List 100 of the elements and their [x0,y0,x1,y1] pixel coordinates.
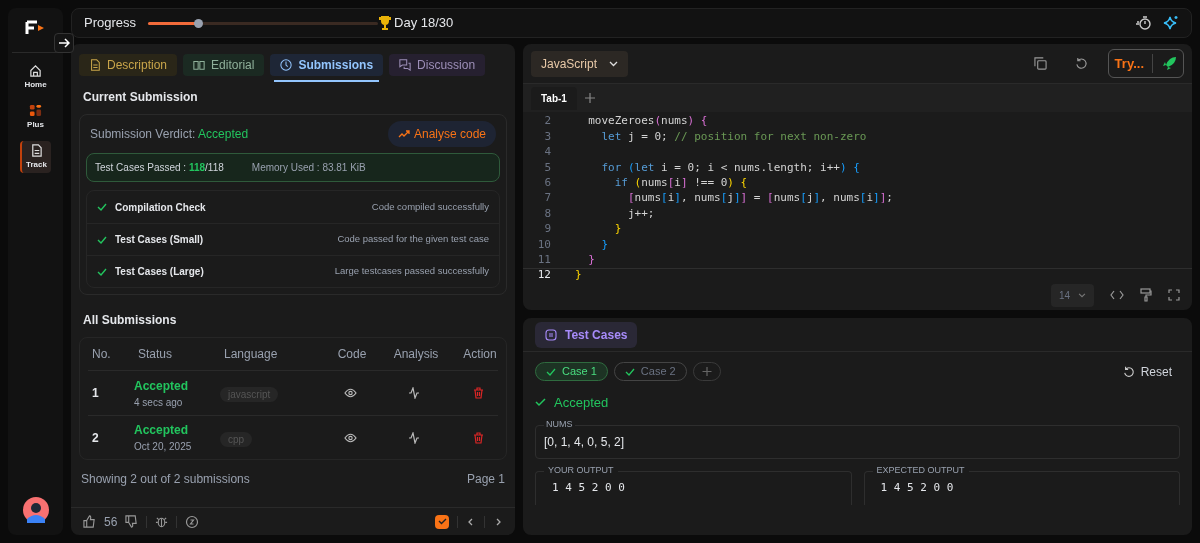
check-icon [546,367,556,376]
line-number: 8 [543,205,552,222]
code-line: moveZeroes(nums) { [587,113,708,130]
list-icon [545,328,557,341]
day-counter: Day 18/30 [394,14,454,33]
check-icon [535,398,546,408]
timer-icon[interactable] [1135,15,1151,31]
showing-count: Showing 2 out of 2 submissions [81,471,250,488]
editor-tab[interactable]: Tab-1 [531,86,577,110]
line-number: 5 [543,159,552,176]
time-text: Oct 20, 2025 [134,440,193,454]
chevron-down-icon [609,60,619,67]
code-brackets-icon[interactable] [1110,289,1124,301]
column-header: No. [91,346,112,363]
trend-icon [397,129,410,139]
coin-icon[interactable] [185,514,200,529]
fullscreen-icon[interactable] [1168,289,1180,301]
page-number: Page 1 [466,471,505,488]
input-value: [0, 1, 4, 0, 5, 2] [544,433,625,451]
home-icon [29,63,42,77]
code-line: let j = 0; // position for next non-zero [600,128,867,145]
reset-icon [1122,365,1135,378]
add-tab-icon[interactable] [584,93,595,103]
case-tab[interactable]: Case 1 [535,362,608,381]
passed-count: Test Cases Passed : 118/118 [95,161,224,175]
sidebar-item[interactable]: Home [20,61,51,93]
column-header: Language [223,346,279,363]
line-number: 4 [543,144,552,161]
checkbox[interactable] [435,514,449,529]
line-number: 6 [543,175,552,191]
eye-icon[interactable] [343,388,357,398]
run-button[interactable]: Try... [1107,48,1184,79]
verdict-text: Submission Verdict: Accepted [90,126,249,143]
status-text: Accepted [134,422,190,439]
code-line: j++; [626,205,655,222]
thumbs-down-icon[interactable] [125,515,139,528]
avatar[interactable] [22,497,49,523]
pulse-icon[interactable] [408,387,420,399]
tab[interactable]: Description [79,54,178,76]
book-icon [193,59,206,71]
pulse-icon[interactable] [408,431,420,444]
thumbs-up-icon[interactable] [83,515,96,528]
trash-icon[interactable] [472,431,484,444]
eye-icon[interactable] [343,432,357,443]
grid-icon [29,103,42,117]
status-text: Accepted [134,377,190,395]
expand-button[interactable] [54,33,74,53]
code-line: } [600,236,609,253]
document-icon [89,59,101,71]
line-number: 9 [543,221,552,238]
copy-icon[interactable] [1033,57,1047,70]
section-title: All Submissions [83,312,178,329]
sidebar-item[interactable]: Plus [20,101,51,133]
line-number: 3 [543,128,552,145]
analyse-code-button[interactable]: Analyse code [387,121,496,147]
progress-label: Progress [84,14,137,33]
paint-roller-icon[interactable] [1140,288,1152,302]
rocket-icon [1161,55,1177,72]
code-line: } [613,221,622,238]
table-cell-text: 2 [91,429,100,447]
result-status: Accepted [554,394,609,412]
column-header: Analysis [392,346,440,363]
trash-icon[interactable] [472,387,484,399]
table-cell-text: 1 [91,385,100,402]
check-detail: Large testcases passed successfully [334,264,489,279]
time-text: 4 secs ago [134,395,184,410]
column-header: Code [336,346,368,363]
line-number: 2 [543,113,552,130]
like-count: 56 [104,513,118,531]
check-name: Test Cases (Large) [115,265,204,279]
line-number: 11 [536,251,552,268]
check-icon [624,367,635,376]
tab[interactable]: Submissions [270,54,384,76]
undo-icon[interactable] [1074,57,1088,70]
line-number: 10 [536,236,552,253]
trophy-icon [378,15,393,31]
chevron-down-icon [1078,292,1086,298]
line-number: 7 [543,190,552,207]
code-line: [nums[i], nums[j]] = [nums[j], nums[i]]; [626,190,893,207]
reset-button[interactable]: Reset [1122,362,1172,381]
code-line: if (nums[i] !== 0) { [613,175,748,191]
check-name: Test Cases (Small) [115,233,204,247]
sparkle-icon[interactable] [1163,15,1179,31]
tab[interactable]: Discussion [389,54,486,76]
chat-icon [399,59,412,71]
sidebar-item[interactable]: Track [20,141,51,173]
test-cases-tab[interactable]: Test Cases [535,321,638,348]
line-number: 12 [536,267,552,280]
bug-icon[interactable] [155,515,169,528]
check-name: Compilation Check [115,200,206,215]
arrow-right-icon [58,37,70,49]
tab[interactable]: Editorial [183,54,265,76]
memory-used: Memory Used : 83.81 KiB [251,161,366,175]
check-detail: Code compiled successfully [371,199,489,214]
column-header: Action [462,346,498,363]
check-detail: Code passed for the given test case [337,232,489,247]
column-header: Status [137,346,174,363]
document-icon [30,143,43,157]
clock-icon [280,59,293,71]
language-dropdown[interactable]: JavaScript [531,50,629,77]
